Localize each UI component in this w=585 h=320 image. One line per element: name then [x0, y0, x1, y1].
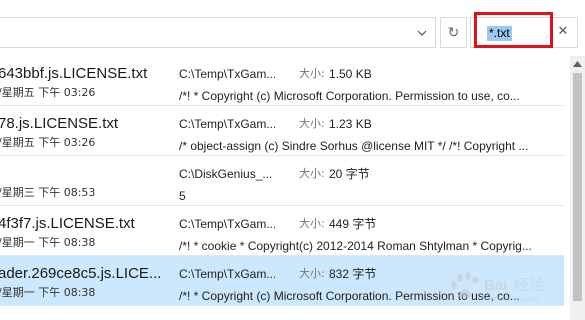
file-path: C:\DiskGenius_... — [179, 167, 273, 181]
chevron-down-icon[interactable] — [413, 24, 431, 42]
size-label: 大小: — [299, 167, 325, 180]
size-label: 大小: — [299, 117, 325, 130]
size-label: 大小: — [299, 217, 325, 230]
explorer-toolbar: ↻ *.txt ✕ — [0, 0, 585, 64]
file-name: 643bbf.js.LICENSE.txt — [0, 65, 148, 82]
file-date: /星期五 下午 03:26 — [0, 136, 96, 149]
file-size: 1.50 KB — [329, 67, 372, 81]
file-name: ader.269ce8c5.js.LICE... — [0, 265, 162, 282]
file-size: 832 字节 — [329, 267, 377, 281]
search-input[interactable]: *.txt — [487, 26, 512, 41]
result-row[interactable]: /星期三 下午 08:53 C:\DiskGenius_... 大小: 20 字… — [0, 156, 564, 206]
close-icon[interactable]: ✕ — [555, 24, 571, 40]
address-bar[interactable] — [0, 17, 436, 48]
size-label: 大小: — [299, 67, 325, 80]
scrollbar-thumb[interactable] — [573, 73, 582, 301]
content-preview: /*! * Copyright (c) Microsoft Corporatio… — [179, 89, 520, 103]
result-row-selected[interactable]: ader.269ce8c5.js.LICE... /星期一 下午 08:38 C… — [0, 256, 564, 306]
file-size: 1.23 KB — [329, 117, 372, 131]
content-preview: 5 — [179, 189, 186, 203]
file-date: /星期三 下午 08:53 — [0, 186, 96, 199]
file-date: /星期一 下午 08:38 — [0, 236, 96, 249]
file-path: C:\Temp\TxGam... — [179, 217, 275, 231]
file-path: C:\Temp\TxGam... — [179, 117, 275, 131]
content-preview: /* object-assign (c) Sindre Sorhus @lice… — [179, 139, 529, 153]
content-preview: /*! * Copyright (c) Microsoft Corporatio… — [179, 289, 520, 303]
file-size: 20 字节 — [329, 167, 370, 181]
vertical-scrollbar[interactable] — [570, 56, 585, 320]
file-path: C:\Temp\TxGam... — [179, 267, 275, 281]
file-date: /星期五 下午 03:26 — [0, 86, 96, 99]
file-size: 449 字节 — [329, 217, 377, 231]
scroll-up-icon[interactable] — [570, 56, 585, 71]
file-name: 78.js.LICENSE.txt — [0, 115, 119, 132]
refresh-button[interactable]: ↻ — [440, 17, 467, 48]
result-row[interactable]: 643bbf.js.LICENSE.txt /星期五 下午 03:26 C:\T… — [0, 56, 564, 106]
search-box[interactable]: *.txt ✕ — [470, 17, 578, 48]
file-name: 4f3f7.js.LICENSE.txt — [0, 215, 135, 232]
result-row[interactable]: 78.js.LICENSE.txt /星期五 下午 03:26 C:\Temp\… — [0, 106, 564, 156]
content-preview: /*! * cookie * Copyright(c) 2012-2014 Ro… — [179, 239, 532, 253]
size-label: 大小: — [299, 267, 325, 280]
file-path: C:\Temp\TxGam... — [179, 67, 275, 81]
refresh-icon: ↻ — [447, 24, 460, 41]
file-date: /星期一 下午 08:38 — [0, 286, 96, 299]
result-row[interactable]: 4f3f7.js.LICENSE.txt /星期一 下午 08:38 C:\Te… — [0, 206, 564, 256]
search-results-list: 643bbf.js.LICENSE.txt /星期五 下午 03:26 C:\T… — [0, 56, 568, 320]
